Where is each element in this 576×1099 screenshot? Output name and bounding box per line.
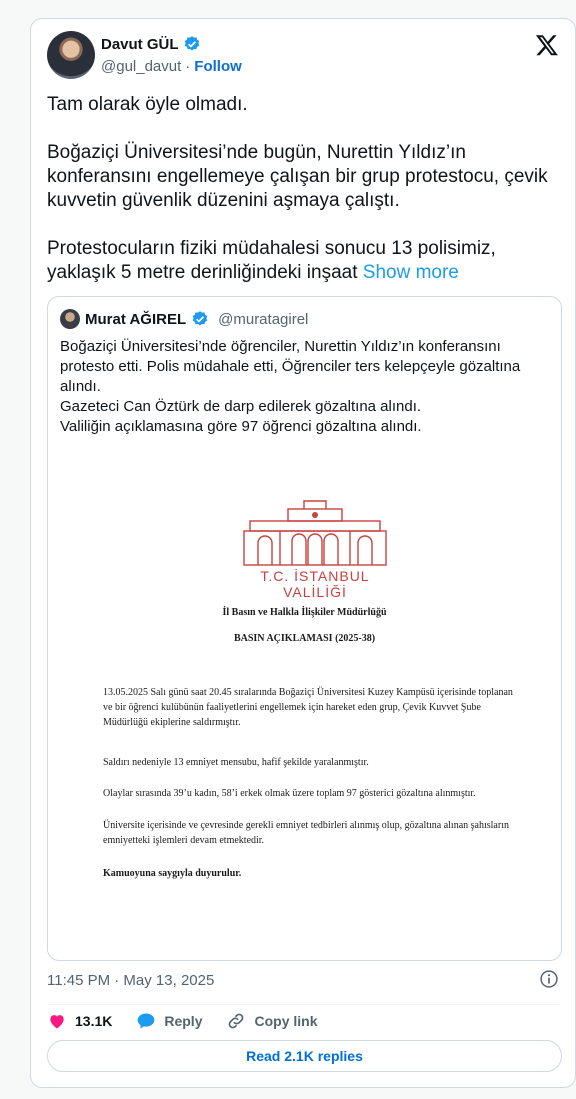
verified-badge-icon — [184, 36, 199, 51]
logo-text: T.C. İSTANBUL VALİLİĞİ — [260, 568, 370, 600]
document-closing: Kamuoyuna saygıyla duyurulur. — [103, 868, 242, 879]
divider — [47, 1004, 559, 1005]
author-name[interactable]: Davut GÜL — [101, 36, 179, 53]
author-handle-row: @gul_davut · Follow — [101, 58, 242, 75]
document-paragraph: Olaylar sırasında 39’u kadın, 58’i erkek… — [103, 788, 476, 799]
like-count: 13.1K — [75, 1013, 113, 1029]
reply-button[interactable]: Reply — [136, 1011, 202, 1031]
quoted-text: Boğaziçi Üniversitesi’nde öğrenciler, Nu… — [60, 338, 521, 435]
info-icon[interactable] — [539, 969, 559, 989]
tweet-body: Tam olarak öyle olmadı. Boğaziçi Ünivers… — [47, 94, 548, 283]
author-avatar[interactable] — [47, 31, 95, 79]
tweet-text: Tam olarak öyle olmadı. Boğaziçi Ünivers… — [47, 93, 562, 285]
document-paragraph: Saldırı nedeniyle 13 emniyet mensubu, ha… — [103, 757, 369, 768]
show-more-link[interactable]: Show more — [363, 262, 459, 283]
link-icon — [229, 1013, 244, 1029]
tweet-card: Davut GÜL @gul_davut · Follow Tam olarak… — [30, 18, 576, 1088]
like-button[interactable]: 13.1K — [47, 1011, 112, 1031]
document-title: BASIN AÇIKLAMASI (2025-38) — [233, 633, 376, 644]
heart-icon — [50, 1015, 64, 1029]
quoted-header: Murat AĞIREL @muratagirel — [60, 309, 308, 329]
reply-icon — [138, 1013, 155, 1029]
action-bar: 13.1K Reply Copy link — [47, 1011, 318, 1031]
quoted-avatar — [60, 309, 80, 329]
author-name-row: Davut GÜL — [101, 35, 201, 53]
document-paragraph: 13.05.2025 Salı günü saat 20.45 sıraları… — [103, 687, 513, 728]
copy-link-button[interactable]: Copy link — [226, 1011, 318, 1031]
quoted-author-handle: @muratagirel — [218, 310, 309, 328]
quoted-author-name: Murat AĞIREL — [85, 310, 187, 328]
follow-button[interactable]: Follow — [194, 58, 242, 75]
document-paragraph: Üniversite içerisinde ve çevresinde gere… — [103, 820, 509, 846]
author-handle[interactable]: @gul_davut — [101, 58, 181, 75]
quoted-tweet[interactable]: Murat AĞIREL @muratagirel Boğaziçi Ünive… — [47, 296, 562, 961]
verified-badge-icon — [192, 311, 208, 326]
tweet-header: Davut GÜL @gul_davut · Follow — [47, 31, 559, 81]
governorship-building-logo — [243, 500, 387, 566]
document-department: İl Basın ve Halkla İlişkiler Müdürlüğü — [222, 607, 387, 618]
separator: · — [185, 58, 191, 75]
tweet-timestamp[interactable]: 11:45 PM · May 13, 2025 — [47, 972, 214, 989]
press-release-image: T.C. İSTANBUL VALİLİĞİ İl Basın ve Halkl… — [48, 437, 561, 957]
x-logo-icon[interactable] — [535, 33, 559, 57]
copy-link-label: Copy link — [254, 1013, 318, 1029]
reply-label: Reply — [164, 1013, 203, 1029]
read-replies-button[interactable]: Read 2.1K replies — [47, 1040, 562, 1072]
